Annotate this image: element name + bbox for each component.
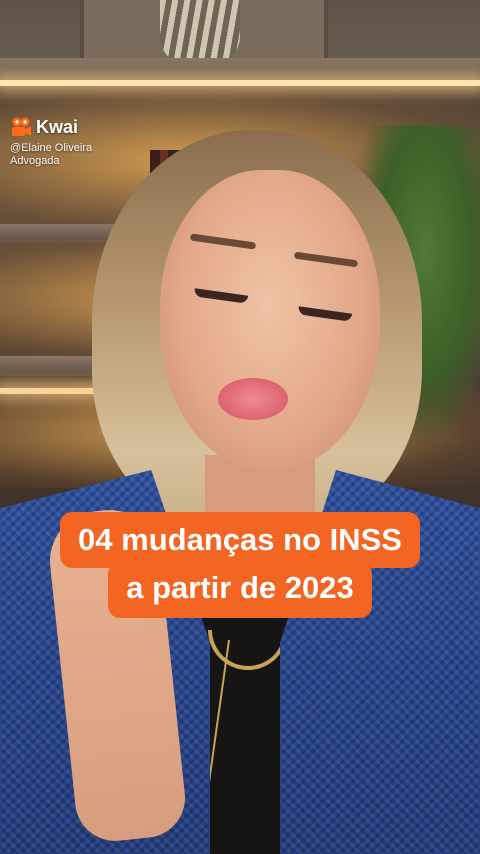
kwai-logo-icon [10,116,32,138]
creator-handle: @Elaine Oliveira [10,142,93,154]
kwai-watermark: Kwai @Elaine Oliveira Advogada [10,116,93,168]
caption-line-2: a partir de 2023 [108,562,372,618]
kwai-app-name: Kwai [36,116,79,137]
caption-line-1: 04 mudanças no INSS [60,512,420,568]
lips [218,378,288,420]
kwai-brand: Kwai [10,116,92,138]
shelf-light [0,80,480,86]
video-caption: 04 mudanças no INSS a partir de 2023 [0,512,480,618]
decorative-vase [160,0,240,66]
shelf-top [0,58,480,82]
creator-role: Advogada [10,155,60,167]
